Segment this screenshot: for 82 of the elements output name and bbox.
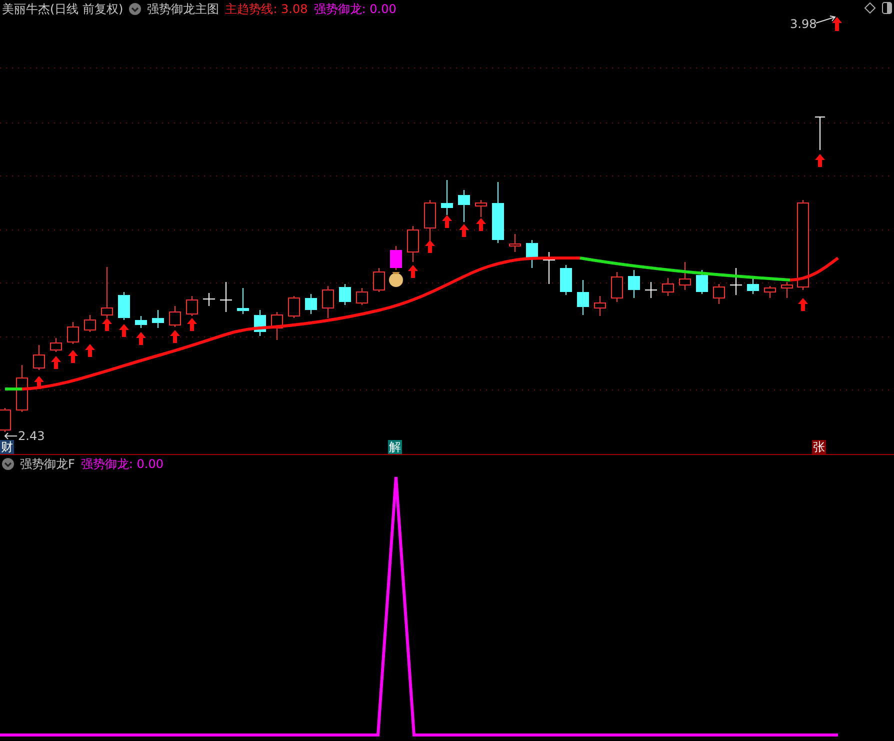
candlestick: [50, 338, 62, 352]
candlestick: [305, 294, 317, 314]
candlestick: [747, 278, 759, 294]
candlestick: [492, 182, 504, 244]
chart-title: 美丽牛杰(日线 前复权): [2, 1, 124, 17]
up-arrow-icon: [476, 218, 486, 231]
signal-marker: 解: [388, 440, 402, 454]
indicator-name: 强势御龙主图: [147, 1, 220, 17]
indicator-name: 强势御龙F: [20, 456, 75, 472]
candlestick: [730, 268, 742, 296]
candlestick: [644, 282, 658, 298]
diamond-icon[interactable]: [864, 2, 876, 14]
up-arrow-icon: [425, 240, 435, 253]
candlestick: [356, 288, 368, 306]
candlestick: [509, 234, 521, 252]
up-arrow-icon: [408, 265, 418, 278]
signal-marker: 财: [0, 440, 14, 454]
candlestick: [373, 268, 385, 292]
candlestick: [458, 190, 470, 222]
candlestick: [764, 286, 776, 298]
candlestick: [679, 262, 691, 290]
arrow-icon: [815, 15, 837, 25]
candlestick: [84, 314, 96, 332]
candlestick: [441, 180, 453, 216]
candlestick: [322, 286, 334, 318]
signal-marker: 张: [812, 440, 826, 454]
candlestick: [202, 292, 216, 306]
candlestick: [781, 282, 793, 298]
up-arrow-icon: [85, 344, 95, 357]
candlestick: [186, 296, 198, 316]
candlestick: [713, 284, 725, 304]
up-arrow-icon: [51, 356, 61, 369]
up-arrow-icon: [798, 298, 808, 311]
up-arrow-icon: [68, 350, 78, 363]
candlestick: [271, 312, 283, 340]
up-arrow-icon: [170, 330, 180, 343]
candlestick: [135, 316, 147, 328]
candlestick: [339, 284, 351, 306]
candlestick: [577, 280, 589, 316]
candlestick: [152, 310, 164, 328]
candlestick: [611, 272, 623, 302]
candlestick: [237, 288, 249, 314]
candlestick: [220, 282, 232, 312]
candlestick: [390, 246, 402, 270]
candlestick: [542, 252, 556, 284]
candlestick: [16, 364, 28, 412]
up-arrow-icon: [187, 318, 197, 331]
up-arrow-icon: [442, 215, 452, 228]
up-arrow-icon: [459, 224, 469, 237]
candlestick: [526, 240, 538, 268]
candlestick: [118, 292, 130, 320]
money-bag-icon: [389, 272, 403, 287]
candlestick: [0, 408, 11, 432]
up-arrow-icon: [815, 154, 825, 167]
candlestick: [33, 344, 45, 370]
up-arrow-icon: [119, 324, 129, 337]
candlestick: [101, 266, 113, 318]
candlestick: [169, 306, 181, 328]
arrow-icon: [4, 432, 18, 440]
up-arrow-icon: [832, 17, 842, 31]
price-label: 2.43: [18, 428, 45, 444]
candlestick: [594, 296, 606, 316]
candlestick: [254, 310, 266, 336]
up-arrow-icon: [34, 376, 44, 389]
indicator-reading: 强势御龙: 0.00: [314, 1, 396, 17]
collapse-icon[interactable]: [2, 458, 14, 470]
indicator-reading: 主趋势线: 3.08: [225, 1, 308, 17]
collapse-icon[interactable]: [129, 3, 142, 15]
up-arrow-icon: [136, 332, 146, 345]
candlestick: [407, 226, 419, 262]
panel-icon[interactable]: [882, 2, 892, 14]
candlestick: [662, 278, 674, 296]
candlestick: [288, 296, 300, 318]
candlestick: [560, 264, 572, 296]
indicator-reading: 强势御龙: 0.00: [80, 456, 164, 472]
candlestick: [696, 270, 708, 294]
candlestick: [475, 200, 487, 218]
price-label: 3.98: [790, 16, 817, 32]
candlestick: [628, 270, 640, 298]
candlestick: [67, 322, 79, 344]
candlestick: [814, 116, 826, 150]
up-arrow-icon: [102, 318, 112, 331]
